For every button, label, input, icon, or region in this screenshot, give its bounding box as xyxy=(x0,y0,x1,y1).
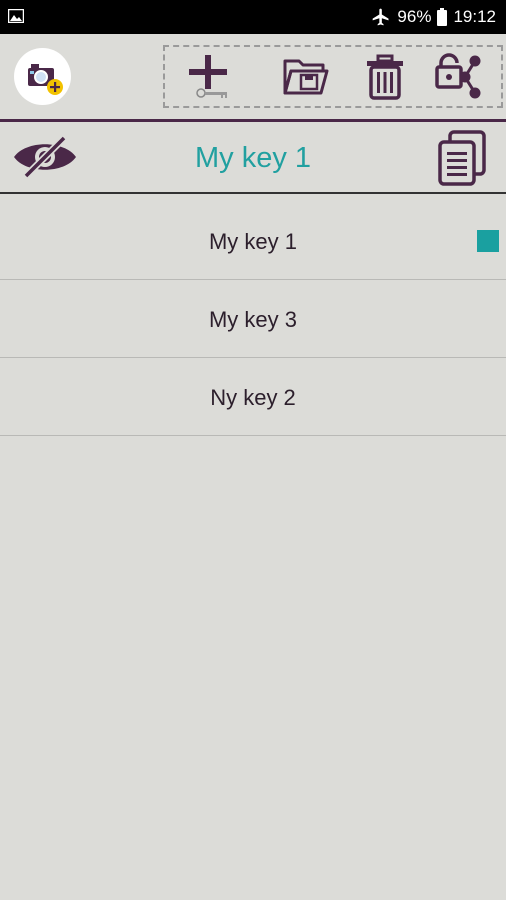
app-logo-icon[interactable] xyxy=(14,48,71,105)
key-list: My key 1 My key 3 Ny key 2 xyxy=(0,194,506,436)
current-key-title: My key 1 xyxy=(194,142,312,174)
airplane-icon xyxy=(373,8,389,26)
key-label: Ny key 2 xyxy=(210,385,296,410)
gallery-icon xyxy=(8,9,24,23)
delete-icon[interactable] xyxy=(361,53,409,101)
copy-icon[interactable] xyxy=(436,130,488,186)
current-key-header: My key 1 xyxy=(0,122,506,192)
key-list-item[interactable]: My key 1 xyxy=(0,194,506,280)
toolbar xyxy=(0,34,506,120)
clock: 19:12 xyxy=(453,7,496,26)
key-label: My key 1 xyxy=(208,229,298,254)
selected-indicator xyxy=(477,230,499,252)
add-key-icon[interactable] xyxy=(185,53,233,101)
status-bar: 96% 19:12 xyxy=(0,0,506,34)
key-list-item[interactable]: My key 3 xyxy=(0,280,506,358)
battery-percent: 96% xyxy=(397,7,432,26)
share-lock-icon[interactable] xyxy=(435,53,483,101)
key-list-item[interactable]: Ny key 2 xyxy=(0,358,506,436)
battery-icon xyxy=(437,8,448,26)
open-folder-icon[interactable] xyxy=(281,53,329,101)
action-toolbar xyxy=(163,45,503,108)
key-label: My key 3 xyxy=(208,307,298,332)
